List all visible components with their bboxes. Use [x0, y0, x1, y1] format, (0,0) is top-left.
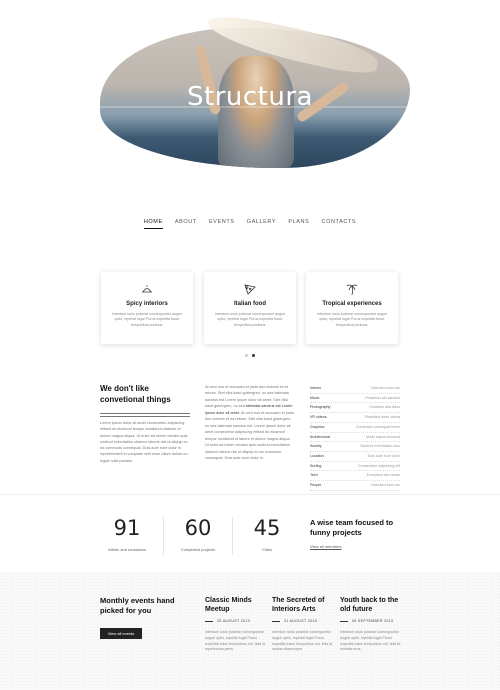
stat-number: 91: [113, 516, 141, 540]
spec-value: Morbi sapus eiusmod: [365, 434, 400, 439]
view-all-events-button[interactable]: View all events: [100, 628, 142, 639]
spec-row: Music Phasellus alo sanctus: [310, 394, 400, 404]
spec-key: Interns: [310, 386, 321, 390]
team-heading: A wise team focused to funny projects: [310, 518, 394, 537]
event-title[interactable]: Classic Minds Meetup: [205, 596, 269, 618]
spec-key: Society: [310, 444, 322, 449]
event-item[interactable]: Classic Minds Meetup 25 AUGUST 2019 Inte…: [205, 596, 269, 653]
event-date: 31 AUGUST 2019: [272, 619, 336, 623]
stat-projects: 60 Completed projects: [165, 516, 231, 552]
about-underline: [100, 413, 190, 418]
feature-card-spicy: Spicy interiors Interdum iusto pulvinar …: [101, 272, 193, 344]
nav-contacts[interactable]: CONTACTS: [322, 219, 357, 228]
about-paragraph: Lorem ipsum dolor sit amet consectetur a…: [100, 421, 188, 463]
spec-row: Surfing Consectetur adipiscing elit: [310, 462, 400, 472]
carousel-dot[interactable]: [245, 354, 248, 357]
spec-value: Commodo consequat lorem: [355, 424, 400, 429]
feature-title: Tropical experiences: [322, 301, 382, 307]
stat-label: Artists and musicians: [108, 547, 146, 552]
section-divider: [0, 494, 500, 495]
nav-events[interactable]: EVENTS: [209, 219, 235, 228]
stat-separator: [232, 517, 233, 555]
carousel-dot-active[interactable]: [252, 354, 255, 357]
spec-key: Tech: [310, 473, 318, 478]
stat-number: 60: [184, 516, 212, 540]
spec-key: Location: [310, 453, 324, 458]
spec-row: Architectural Morbi sapus eiusmod: [310, 433, 400, 443]
spec-value: Duis aute irure dolor: [367, 453, 400, 458]
stat-cities: 45 Cities: [234, 516, 300, 552]
event-date: 09 SEPTEMBER 2019: [340, 619, 404, 623]
event-title[interactable]: The Secreted of Interiors Arts: [272, 596, 336, 618]
spec-key: Graphics: [310, 424, 325, 429]
stat-label: Cities: [261, 547, 272, 552]
spec-row: Graphics Commodo consequat lorem: [310, 423, 400, 433]
spec-value: Interdum iusto alo: [371, 483, 400, 488]
event-item[interactable]: Youth back to the old future 09 SEPTEMBE…: [340, 596, 404, 653]
nav-about[interactable]: ABOUT: [175, 219, 197, 228]
feature-title: Spicy interiors: [126, 301, 168, 307]
events-heading: Monthly events hand picked for you: [100, 596, 175, 616]
feature-text: Interdum iusto pulvinar consequuntur aug…: [111, 312, 183, 327]
feature-text: Interdum iusto pulvinar consequuntur aug…: [214, 312, 286, 327]
about-heading: We don't like convetional things: [100, 384, 171, 404]
main-nav: HOME ABOUT EVENTS GALLERY PLANS CONTACTS: [0, 219, 500, 229]
view-members-link[interactable]: View all members: [310, 544, 342, 549]
feature-card-italian: Italian food Interdum iusto pulvinar con…: [204, 272, 296, 344]
spec-key: VR videos: [310, 415, 327, 420]
site-logo[interactable]: Structura: [0, 82, 500, 112]
spec-row: Interns Interdum iusto alo: [310, 384, 400, 394]
spec-key: Surfing: [310, 463, 322, 468]
nav-gallery[interactable]: GALLERY: [247, 219, 276, 228]
spec-row: Tech Excepteur sint occae: [310, 471, 400, 482]
palm-tree-icon: [346, 284, 358, 296]
spec-value: Excepteur sint occae: [366, 473, 400, 478]
event-text: Interdum iusto pulvinar consequuntur aug…: [340, 630, 401, 652]
spec-key: Music: [310, 395, 320, 400]
event-date: 25 AUGUST 2019: [205, 619, 269, 623]
spec-key: Photography: [310, 405, 331, 410]
about-column-2: At vero eos et accusam et justo duo dolo…: [205, 384, 295, 461]
event-text: Interdum iusto pulvinar consequuntur aug…: [272, 630, 333, 652]
feature-text: Interdum iusto pulvinar consequuntur aug…: [316, 312, 388, 327]
stat-label: Completed projects: [180, 547, 216, 552]
spec-value: Curabitur alla tellus: [369, 405, 400, 410]
carousel-dots: [243, 354, 257, 357]
spec-value: Consectetur adipiscing elit: [358, 463, 400, 468]
stat-number: 45: [253, 516, 281, 540]
spec-value: Phasellus alete urtusa: [364, 415, 400, 420]
spec-value: Interdum iusto alo: [371, 386, 400, 390]
spec-key: Architectural: [310, 434, 330, 439]
event-title[interactable]: Youth back to the old future: [340, 596, 404, 618]
event-item[interactable]: The Secreted of Interiors Arts 31 AUGUST…: [272, 596, 336, 653]
pizza-slice-icon: [244, 284, 256, 295]
spec-row: Photography Curabitur alla tellus: [310, 403, 400, 414]
spec-row: Location Duis aute irure dolor: [310, 452, 400, 462]
feature-card-tropical: Tropical experiences Interdum iusto pulv…: [306, 272, 398, 344]
nav-home[interactable]: HOME: [143, 219, 163, 229]
spec-value: Phasellus alo sanctus: [365, 395, 400, 400]
spec-key: People: [310, 483, 322, 488]
event-text: Interdum iusto pulvinar consequuntur aug…: [205, 630, 266, 652]
nav-plans[interactable]: PLANS: [288, 219, 309, 228]
stat-separator: [163, 517, 164, 555]
spec-list: Interns Interdum iusto alo Music Phasellus…: [310, 384, 400, 491]
feature-title: Italian food: [234, 301, 266, 307]
spec-row: VR videos Phasellus alete urtusa: [310, 413, 400, 423]
hero: Structura: [0, 0, 500, 185]
about-col2-text-c: At vero eos et accusam et justo duo dolo…: [205, 410, 294, 460]
spec-value: Nostrud exercitation nisu: [360, 444, 400, 449]
dish-icon: [142, 285, 152, 293]
stat-artists: 91 Artists and musicians: [94, 516, 160, 552]
spec-row: Society Nostrud exercitation nisu: [310, 442, 400, 452]
spec-row: People Interdum iusto alo: [310, 481, 400, 491]
